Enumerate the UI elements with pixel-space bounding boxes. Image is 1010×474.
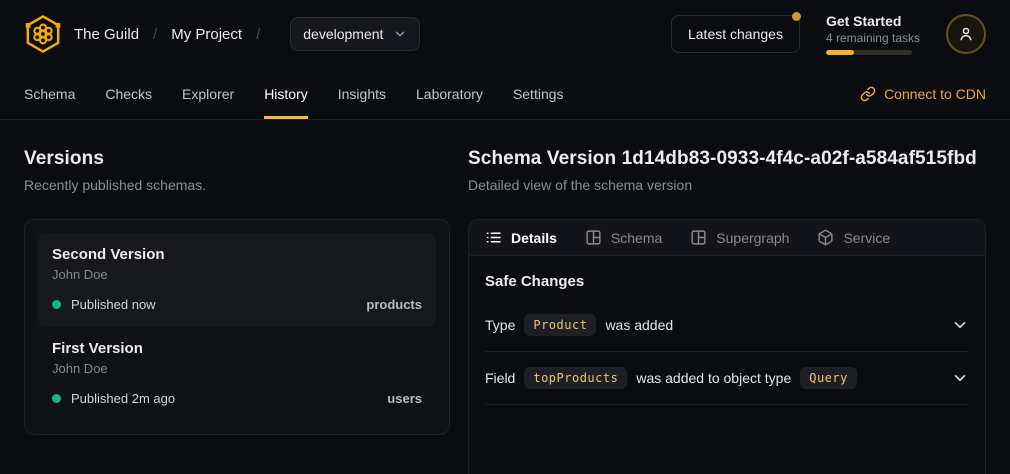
latest-changes-label: Latest changes — [688, 26, 783, 42]
get-started-widget[interactable]: Get Started 4 remaining tasks — [826, 13, 920, 55]
version-list-item[interactable]: First Version John Doe Published 2m ago … — [38, 327, 436, 421]
person-icon — [957, 25, 975, 43]
target-select-value: development — [303, 26, 383, 42]
breadcrumb-separator: / — [256, 26, 260, 43]
tab-label: Schema — [24, 86, 75, 102]
schema-version-title: Schema Version 1d14db83-0933-4f4c-a02f-a… — [468, 148, 986, 170]
tab-insights[interactable]: Insights — [338, 68, 386, 119]
breadcrumb-project[interactable]: My Project — [171, 26, 242, 43]
tab-laboratory[interactable]: Laboratory — [416, 68, 483, 119]
schema-version-detail-card: Details Schema Sup — [468, 219, 986, 474]
version-list-item[interactable]: Second Version John Doe Published now pr… — [38, 233, 436, 327]
detail-tab-supergraph[interactable]: Supergraph — [690, 229, 789, 246]
versions-list: Second Version John Doe Published now pr… — [24, 219, 450, 435]
detail-tab-schema[interactable]: Schema — [585, 229, 662, 246]
safe-changes-heading: Safe Changes — [485, 273, 969, 290]
versions-column: Versions Recently published schemas. Sec… — [24, 148, 450, 474]
versions-subtitle: Recently published schemas. — [24, 177, 450, 193]
version-name: Second Version — [52, 246, 422, 263]
get-started-progress-fill — [826, 50, 854, 55]
tab-label: Settings — [513, 86, 564, 102]
list-icon — [485, 229, 502, 246]
schema-version-subtitle: Detailed view of the schema version — [468, 177, 986, 193]
version-meta: Published now products — [52, 297, 422, 312]
user-avatar[interactable] — [946, 14, 986, 54]
header-right: Latest changes Get Started 4 remaining t… — [671, 13, 986, 55]
main-content: Versions Recently published schemas. Sec… — [0, 120, 1010, 474]
chevron-down-icon[interactable] — [951, 316, 969, 334]
app-header: The Guild / My Project / development Lat… — [0, 0, 1010, 68]
tab-settings[interactable]: Settings — [513, 68, 564, 119]
detail-tab-label: Details — [511, 230, 557, 246]
detail-tab-label: Supergraph — [716, 230, 789, 246]
change-prefix: Type — [485, 317, 515, 333]
project-nav: Schema Checks Explorer History Insights … — [0, 68, 1010, 120]
link-icon — [860, 86, 876, 102]
breadcrumb-org[interactable]: The Guild — [74, 26, 139, 43]
schema-version-column: Schema Version 1d14db83-0933-4f4c-a02f-a… — [468, 148, 986, 474]
guild-logo-icon[interactable] — [24, 13, 74, 55]
detail-tab-service[interactable]: Service — [817, 229, 890, 246]
tab-schema[interactable]: Schema — [24, 68, 75, 119]
detail-tab-details[interactable]: Details — [485, 229, 557, 246]
get-started-subtitle: 4 remaining tasks — [826, 31, 920, 45]
tab-label: Laboratory — [416, 86, 483, 102]
chevron-down-icon[interactable] — [951, 369, 969, 387]
target-select[interactable]: development — [290, 17, 420, 51]
change-row[interactable]: Type Product was added — [485, 299, 969, 352]
tab-explorer[interactable]: Explorer — [182, 68, 234, 119]
tab-label: Checks — [105, 86, 152, 102]
tab-label: Insights — [338, 86, 386, 102]
detail-tab-label: Service — [843, 230, 890, 246]
tab-label: Explorer — [182, 86, 234, 102]
cube-icon — [817, 229, 834, 246]
version-meta: Published 2m ago users — [52, 391, 422, 406]
nav-tabs: Schema Checks Explorer History Insights … — [24, 68, 564, 119]
change-description: was added to object type — [636, 370, 791, 386]
published-status-dot — [52, 300, 61, 309]
tab-label: History — [264, 86, 308, 102]
published-status-dot — [52, 394, 61, 403]
chevron-down-icon — [393, 27, 407, 41]
breadcrumb-separator: / — [153, 26, 157, 43]
change-code: Query — [800, 367, 857, 389]
connect-to-cdn-link[interactable]: Connect to CDN — [860, 68, 986, 119]
detail-tab-label: Schema — [611, 230, 662, 246]
change-prefix: Field — [485, 370, 515, 386]
version-name: First Version — [52, 340, 422, 357]
detail-body: Safe Changes Type Product was added Fiel… — [469, 256, 985, 405]
detail-tabs: Details Schema Sup — [469, 220, 985, 256]
version-status: Published 2m ago — [71, 391, 175, 406]
version-author: John Doe — [52, 267, 422, 282]
get-started-title: Get Started — [826, 13, 920, 29]
panels-icon — [690, 229, 707, 246]
version-service-name: products — [366, 297, 422, 312]
version-author: John Doe — [52, 361, 422, 376]
tab-history[interactable]: History — [264, 68, 308, 119]
panels-icon — [585, 229, 602, 246]
connect-to-cdn-label: Connect to CDN — [884, 86, 986, 102]
versions-title: Versions — [24, 148, 450, 170]
change-code: topProducts — [524, 367, 627, 389]
change-description: was added — [605, 317, 673, 333]
tab-checks[interactable]: Checks — [105, 68, 152, 119]
latest-changes-button[interactable]: Latest changes — [671, 15, 800, 53]
change-code: Product — [524, 314, 596, 336]
notification-dot — [792, 12, 801, 21]
version-status: Published now — [71, 297, 156, 312]
get-started-progress-track — [826, 50, 912, 55]
version-service-name: users — [387, 391, 422, 406]
change-row[interactable]: Field topProducts was added to object ty… — [485, 352, 969, 405]
